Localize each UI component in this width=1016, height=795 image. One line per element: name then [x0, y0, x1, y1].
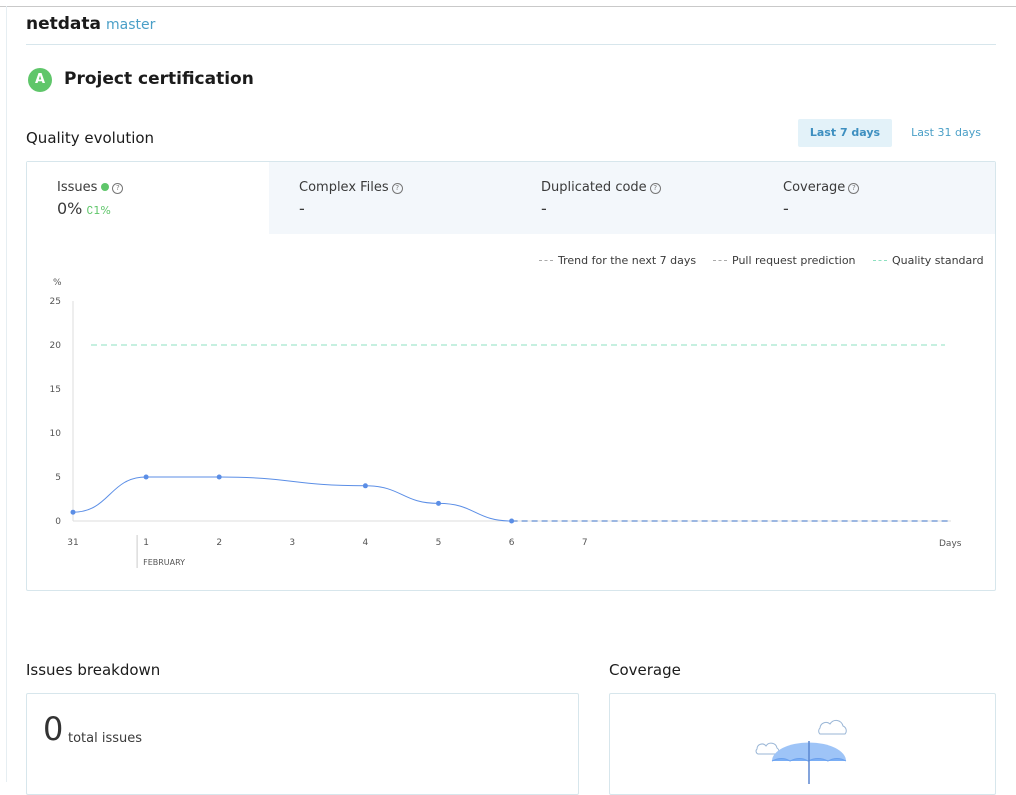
tab-complex-files-value: - [299, 199, 305, 218]
data-point[interactable] [436, 500, 441, 506]
x-tick-label: 6 [509, 538, 515, 548]
data-point[interactable] [70, 509, 76, 515]
x-tick-label: 3 [289, 538, 295, 548]
x-axis-unit: Days [939, 539, 962, 549]
x-tick-label: 5 [436, 538, 442, 548]
range-last-7-days-button[interactable]: Last 7 days [798, 119, 892, 147]
y-axis-unit: % [53, 278, 62, 288]
issues-breakdown-card: 0 total issues [26, 693, 579, 795]
help-icon[interactable]: ? [848, 183, 860, 194]
x-tick-label: 2 [216, 538, 222, 548]
total-issues-count: 0 [43, 710, 64, 748]
status-dot-icon [101, 183, 110, 191]
y-tick-label: 20 [50, 341, 62, 351]
issues-line-chart: % 0 5 10 15 20 25 31 1 2 3 4 5 6 7 FEBRUARY Days [50, 278, 962, 568]
total-issues-label: total issues [68, 731, 143, 746]
page-header: netdata master [26, 14, 996, 45]
y-tick-label: 10 [50, 429, 62, 439]
tab-coverage[interactable]: Coverage? - [753, 162, 995, 234]
tab-duplicated-code-label: Duplicated code? [541, 180, 661, 195]
data-point[interactable] [362, 483, 368, 489]
coverage-card [609, 693, 996, 795]
x-tick-label: 7 [582, 538, 588, 548]
tab-duplicated-code[interactable]: Duplicated code? - [511, 162, 753, 234]
tab-issues-value: 0% ∁1% [57, 199, 111, 218]
y-tick-label: 5 [55, 473, 61, 483]
tab-complex-files[interactable]: Complex Files? - [269, 162, 511, 234]
help-icon[interactable]: ? [649, 183, 661, 194]
data-point[interactable] [216, 474, 222, 480]
coverage-title: Coverage [609, 661, 681, 679]
left-border [6, 6, 7, 782]
trend-dash-icon [539, 260, 553, 261]
y-tick-label: 25 [50, 297, 61, 307]
certification-title: Project certification [64, 69, 254, 89]
x-tick-label: 4 [363, 538, 369, 548]
tab-coverage-label: Coverage? [783, 180, 860, 195]
tab-issues-label: Issues? [57, 180, 124, 195]
x-tick-label: 1 [143, 538, 149, 548]
y-tick-label: 0 [55, 517, 61, 527]
branch-name[interactable]: master [106, 17, 155, 33]
project-name[interactable]: netdata [26, 14, 101, 34]
issues-breakdown-title: Issues breakdown [26, 661, 161, 679]
quality-evolution-title: Quality evolution [26, 129, 155, 147]
month-label: FEBRUARY [143, 558, 185, 567]
issues-series-line [72, 476, 512, 522]
tab-complex-files-label: Complex Files? [299, 180, 403, 195]
metric-tabs: Issues? 0% ∁1% Complex Files? - Duplicate… [27, 162, 995, 234]
top-divider [0, 6, 1016, 7]
tab-duplicated-code-value: - [541, 199, 547, 218]
range-last-31-days-button[interactable]: Last 31 days [904, 119, 988, 147]
tab-issues[interactable]: Issues? 0% ∁1% [27, 162, 269, 234]
umbrella-illustration-icon [755, 719, 847, 784]
help-icon[interactable]: ? [391, 183, 403, 194]
prediction-dash-icon [713, 260, 727, 261]
y-tick-label: 15 [50, 385, 61, 395]
tab-coverage-value: - [783, 199, 789, 218]
standard-dash-icon [873, 260, 887, 261]
certification-grade-badge: A [28, 68, 52, 92]
x-tick-label: 31 [67, 538, 78, 548]
quality-evolution-panel: Issues? 0% ∁1% Complex Files? - Duplicate… [26, 161, 996, 591]
tab-issues-delta: ∁1% [86, 204, 111, 217]
data-point[interactable] [143, 474, 149, 480]
help-icon[interactable]: ? [112, 183, 124, 194]
data-point[interactable] [509, 518, 515, 524]
